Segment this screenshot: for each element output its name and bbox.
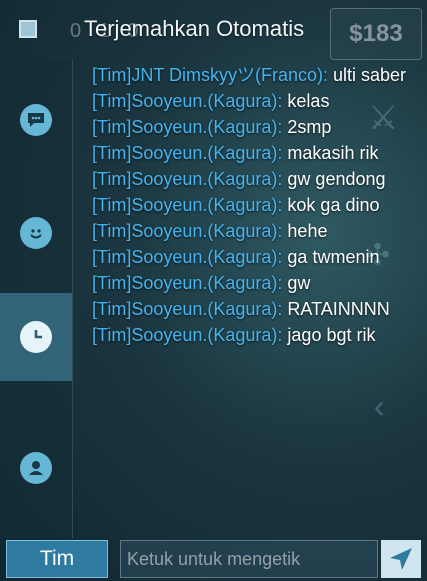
- voice-icon: [20, 452, 52, 484]
- message-text: ga twmenin: [282, 247, 380, 267]
- message-sender[interactable]: [Tim]Sooyeun.(Kagura):: [92, 195, 282, 215]
- chat-sidebar: [0, 60, 73, 538]
- message-text: kok ga dino: [282, 195, 380, 215]
- auto-translate-label: Terjemahkan Otomatis: [84, 16, 305, 41]
- message-sender[interactable]: [Tim]Sooyeun.(Kagura):: [92, 247, 282, 267]
- history-tab-button[interactable]: [0, 293, 72, 381]
- chat-input[interactable]: [120, 540, 378, 578]
- message-sender[interactable]: [Tim]Sooyeun.(Kagura):: [92, 325, 282, 345]
- chat-message: [Tim]Sooyeun.(Kagura): jago bgt rik: [92, 322, 414, 348]
- message-sender[interactable]: [Tim]Sooyeun.(Kagura):: [92, 117, 282, 137]
- emoji-icon: [20, 217, 52, 249]
- chat-message: [Tim]Sooyeun.(Kagura): RATAINNNN: [92, 296, 414, 322]
- emoji-tab-button[interactable]: [0, 193, 72, 273]
- chat-footer: Tim: [0, 538, 427, 581]
- clock-icon: [20, 321, 52, 353]
- message-text: kelas: [282, 91, 330, 111]
- chat-message: [Tim]Sooyeun.(Kagura): 2smp: [92, 114, 414, 140]
- chat-tab-button[interactable]: [0, 80, 72, 160]
- voice-tab-button[interactable]: [0, 428, 72, 508]
- chat-message: [Tim]Sooyeun.(Kagura): gw: [92, 270, 414, 296]
- message-text: ulti saber: [328, 65, 407, 85]
- message-sender[interactable]: [Tim]Sooyeun.(Kagura):: [92, 221, 282, 241]
- chat-message: [Tim]Sooyeun.(Kagura): kok ga dino: [92, 192, 414, 218]
- chat-bubble-icon: [20, 104, 52, 136]
- message-text: makasih rik: [282, 143, 379, 163]
- message-sender[interactable]: [Tim]Sooyeun.(Kagura):: [92, 169, 282, 189]
- message-text: RATAINNNN: [282, 299, 390, 319]
- message-text: jago bgt rik: [282, 325, 376, 345]
- message-text: gw gendong: [282, 169, 386, 189]
- chat-message: [Tim]Sooyeun.(Kagura): kelas: [92, 88, 414, 114]
- message-sender[interactable]: [Tim]Sooyeun.(Kagura):: [92, 273, 282, 293]
- channel-tim-button[interactable]: Tim: [6, 540, 108, 578]
- auto-translate-checkbox[interactable]: [19, 20, 37, 38]
- chat-message: [Tim]Sooyeun.(Kagura): makasih rik: [92, 140, 414, 166]
- chat-message: [Tim]JNT Dimskyyツ(Franco): ulti saber: [92, 62, 414, 88]
- message-text: 2smp: [282, 117, 332, 137]
- send-icon: [390, 548, 412, 570]
- message-sender[interactable]: [Tim]Sooyeun.(Kagura):: [92, 299, 282, 319]
- send-button[interactable]: [381, 540, 421, 578]
- chat-message: [Tim]Sooyeun.(Kagura): hehe: [92, 218, 414, 244]
- chat-message: [Tim]Sooyeun.(Kagura): gw gendong: [92, 166, 414, 192]
- chat-message: [Tim]Sooyeun.(Kagura): ga twmenin: [92, 244, 414, 270]
- message-sender[interactable]: [Tim]JNT Dimskyyツ(Franco):: [92, 65, 328, 85]
- chat-header: Terjemahkan Otomatis: [0, 0, 427, 60]
- message-text: hehe: [282, 221, 328, 241]
- message-sender[interactable]: [Tim]Sooyeun.(Kagura):: [92, 143, 282, 163]
- chat-message-list[interactable]: [Tim]JNT Dimskyyツ(Franco): ulti saber [Ti…: [92, 62, 414, 534]
- message-sender[interactable]: [Tim]Sooyeun.(Kagura):: [92, 91, 282, 111]
- message-text: gw: [282, 273, 311, 293]
